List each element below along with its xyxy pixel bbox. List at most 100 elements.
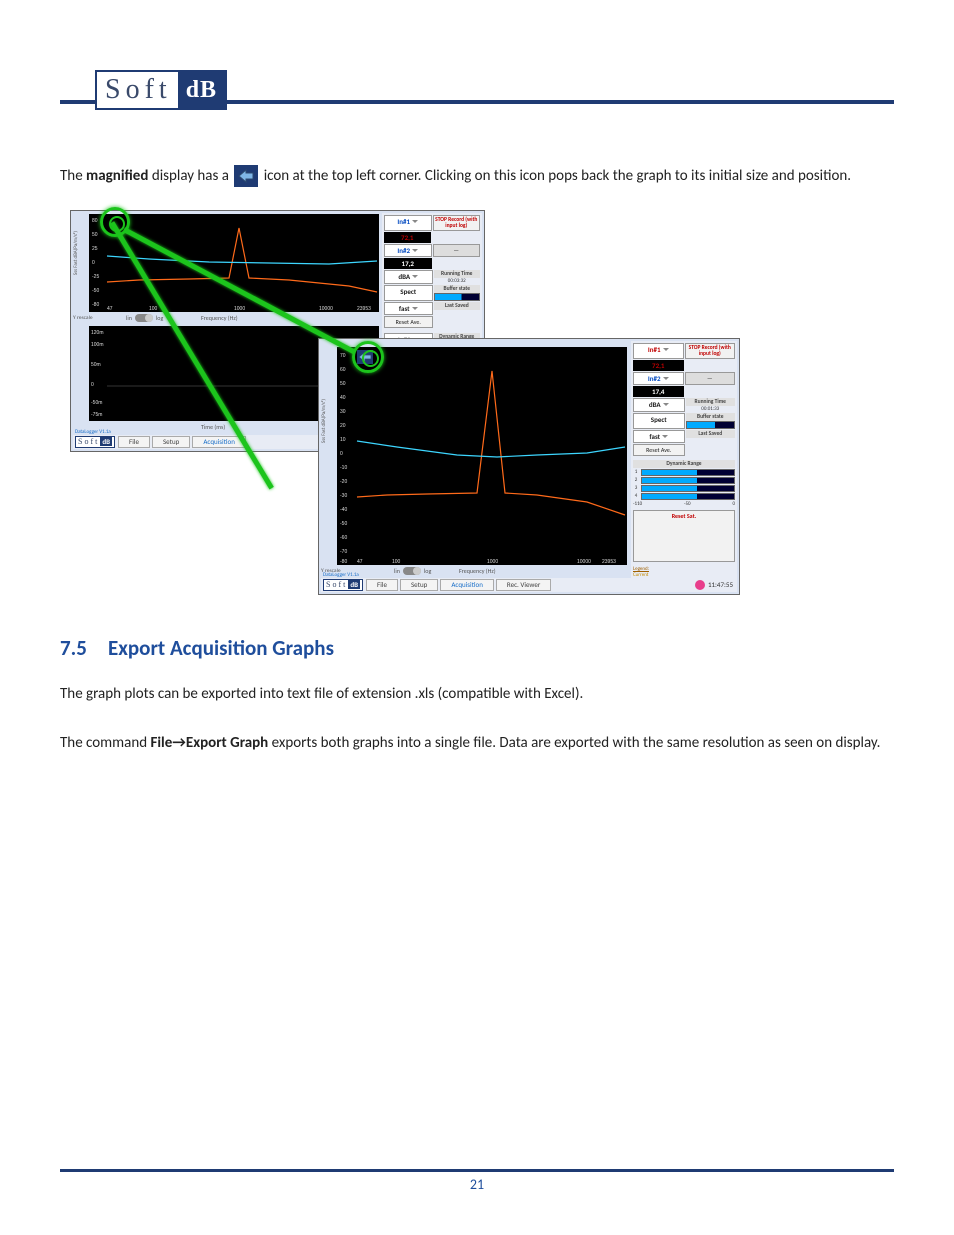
chevron-down-icon xyxy=(412,220,418,223)
dba-button[interactable]: dBA xyxy=(384,270,433,284)
ytick: -80 xyxy=(92,302,99,308)
xtick: 10000 xyxy=(577,559,591,565)
screenshot-figure: 80 50 25 0 -25 -50 -80 47 100 1000 10000… xyxy=(70,210,740,595)
log-label: log xyxy=(156,314,163,322)
file-menu-button-big[interactable]: File xyxy=(366,579,398,591)
xtick: 1000 xyxy=(234,306,245,312)
dash-button[interactable]: — xyxy=(433,244,481,257)
spect-button[interactable]: Spect xyxy=(384,285,433,301)
clock-time: 11:47:55 xyxy=(708,580,733,589)
section-title: Export Acquisition Graphs xyxy=(108,635,334,661)
in2-label[interactable]: In#2 xyxy=(384,244,432,257)
chevron-down-icon xyxy=(663,403,669,406)
reset-sat-button[interactable]: Reset Sat. xyxy=(633,510,735,562)
dba-button-big[interactable]: dBA xyxy=(633,398,685,412)
bottom-toolbar-big: DataLogger V1.1a SoftdB File Setup Acqui… xyxy=(321,578,737,592)
p2-d: exports both graphs into a single file. … xyxy=(268,734,880,752)
reset-ave-button[interactable]: Reset Ave. xyxy=(384,316,433,328)
spectrum-chart-big: 70 60 50 40 30 20 10 0 -10 -20 -30 -40 -… xyxy=(337,347,627,565)
version-label-big: DataLogger V1.1a xyxy=(323,572,359,578)
document-page: Soft dB The magnified display has a icon… xyxy=(0,0,954,1235)
in1-label-big[interactable]: In#1 xyxy=(633,343,684,359)
ytick2: 0 xyxy=(91,382,94,388)
in2-value: 17,2 xyxy=(384,258,432,269)
dynamic-range-header-big: Dynamic Range xyxy=(633,460,735,468)
xtick: 1000 xyxy=(487,559,498,565)
xtick: 10000 xyxy=(319,306,333,312)
section-p2: The command File→Export Graph exports bo… xyxy=(60,732,894,755)
ytick: 0 xyxy=(92,260,95,266)
arrow-right-icon: → xyxy=(172,734,186,752)
chevron-down-icon xyxy=(412,249,418,252)
lin-label: lin xyxy=(126,314,132,322)
running-time-header-big: Running Time xyxy=(686,398,736,406)
logo-soft-text: Soft xyxy=(97,72,178,108)
ytick: -20 xyxy=(340,479,347,485)
page-footer: 21 xyxy=(60,1169,894,1193)
in2-value-big: 17,4 xyxy=(633,386,684,397)
ytick: 60 xyxy=(340,367,346,373)
log-label: log xyxy=(424,567,431,575)
fast-button-big[interactable]: fast xyxy=(633,430,685,443)
yrescale-label: Y rescale xyxy=(73,315,93,321)
y-axis-label-big: Sss Fast dBA(Pa/m/s²) xyxy=(321,399,327,443)
toggle-track xyxy=(135,314,153,322)
intro-text-a: The xyxy=(60,167,86,185)
logo-db-text: dB xyxy=(178,72,225,108)
ytick: -70 xyxy=(340,549,347,555)
ytick: 0 xyxy=(340,451,343,457)
ytick2: -50m xyxy=(91,400,102,406)
softdb-logo: Soft dB xyxy=(95,70,227,110)
ytick: -60 xyxy=(340,535,347,541)
page-header: Soft dB xyxy=(60,70,894,110)
side-panel-big: In#1 STOP Record (with input log) 72,1 I… xyxy=(631,341,737,592)
lin-label: lin xyxy=(394,567,400,575)
x-axis-label-time: Time (ms) xyxy=(201,423,225,431)
ytick2: 100m xyxy=(91,342,104,348)
ytick2: 50m xyxy=(91,362,101,368)
in2-label-big[interactable]: In#2 xyxy=(633,372,684,385)
spect-button-big[interactable]: Spect xyxy=(633,413,685,429)
in1-label[interactable]: In#1 xyxy=(384,215,432,231)
xtick: 100 xyxy=(149,306,158,312)
back-arrow-icon xyxy=(234,165,258,187)
section-p1: The graph plots can be exported into tex… xyxy=(60,683,894,706)
setup-menu-button-big[interactable]: Setup xyxy=(400,579,438,591)
setup-menu-button[interactable]: Setup xyxy=(152,436,190,448)
ytick: 80 xyxy=(92,218,98,224)
buffer-bar xyxy=(434,293,481,301)
ytick: 25 xyxy=(92,246,98,252)
fast-button[interactable]: fast xyxy=(384,302,433,315)
disk-icon xyxy=(695,580,705,590)
section-number: 7.5 xyxy=(60,635,108,661)
buffer-bar-big xyxy=(686,421,736,429)
lin-log-toggle[interactable]: lin log xyxy=(126,314,163,322)
stop-record-button[interactable]: STOP Record (with input log) xyxy=(433,215,481,231)
buffer-state-header-big: Buffer state xyxy=(686,413,736,421)
rec-viewer-button[interactable]: Rec. Viewer xyxy=(496,579,551,591)
ytick: -30 xyxy=(340,493,347,499)
in1-value-big: 72,1 xyxy=(633,360,684,371)
ytick: -40 xyxy=(340,507,347,513)
chevron-down-icon xyxy=(412,275,418,278)
header-rule-right xyxy=(227,100,894,104)
chevron-down-icon xyxy=(663,377,669,380)
in1-value: 72,1 xyxy=(384,232,431,243)
version-label: DataLogger V1.1a xyxy=(75,429,111,435)
running-time-value: 00:03:32 xyxy=(434,278,481,284)
toggle-track xyxy=(403,567,421,575)
xtick: 47 xyxy=(107,306,113,312)
last-saved-header-big: Last Saved xyxy=(686,430,736,438)
file-menu-button[interactable]: File xyxy=(118,436,150,448)
magnify-ring-target-icon xyxy=(352,341,384,373)
reset-ave-button-big[interactable]: Reset Ave. xyxy=(633,444,685,456)
stop-record-button-big[interactable]: STOP Record (with input log) xyxy=(685,343,736,359)
lin-log-toggle-big[interactable]: lin log xyxy=(394,567,431,575)
softdb-logo-small: SoftdB xyxy=(75,436,115,448)
dash-button-big[interactable]: — xyxy=(685,372,736,385)
spectrum-plot-big-svg: 70 60 50 40 30 20 10 0 -10 -20 -30 -40 -… xyxy=(337,347,627,565)
acquisition-menu-button-big[interactable]: Acquisition xyxy=(440,579,494,591)
ytick: -50 xyxy=(340,521,347,527)
buffer-state-header: Buffer state xyxy=(434,285,481,293)
section-heading: 7.5Export Acquisition Graphs xyxy=(60,635,894,661)
